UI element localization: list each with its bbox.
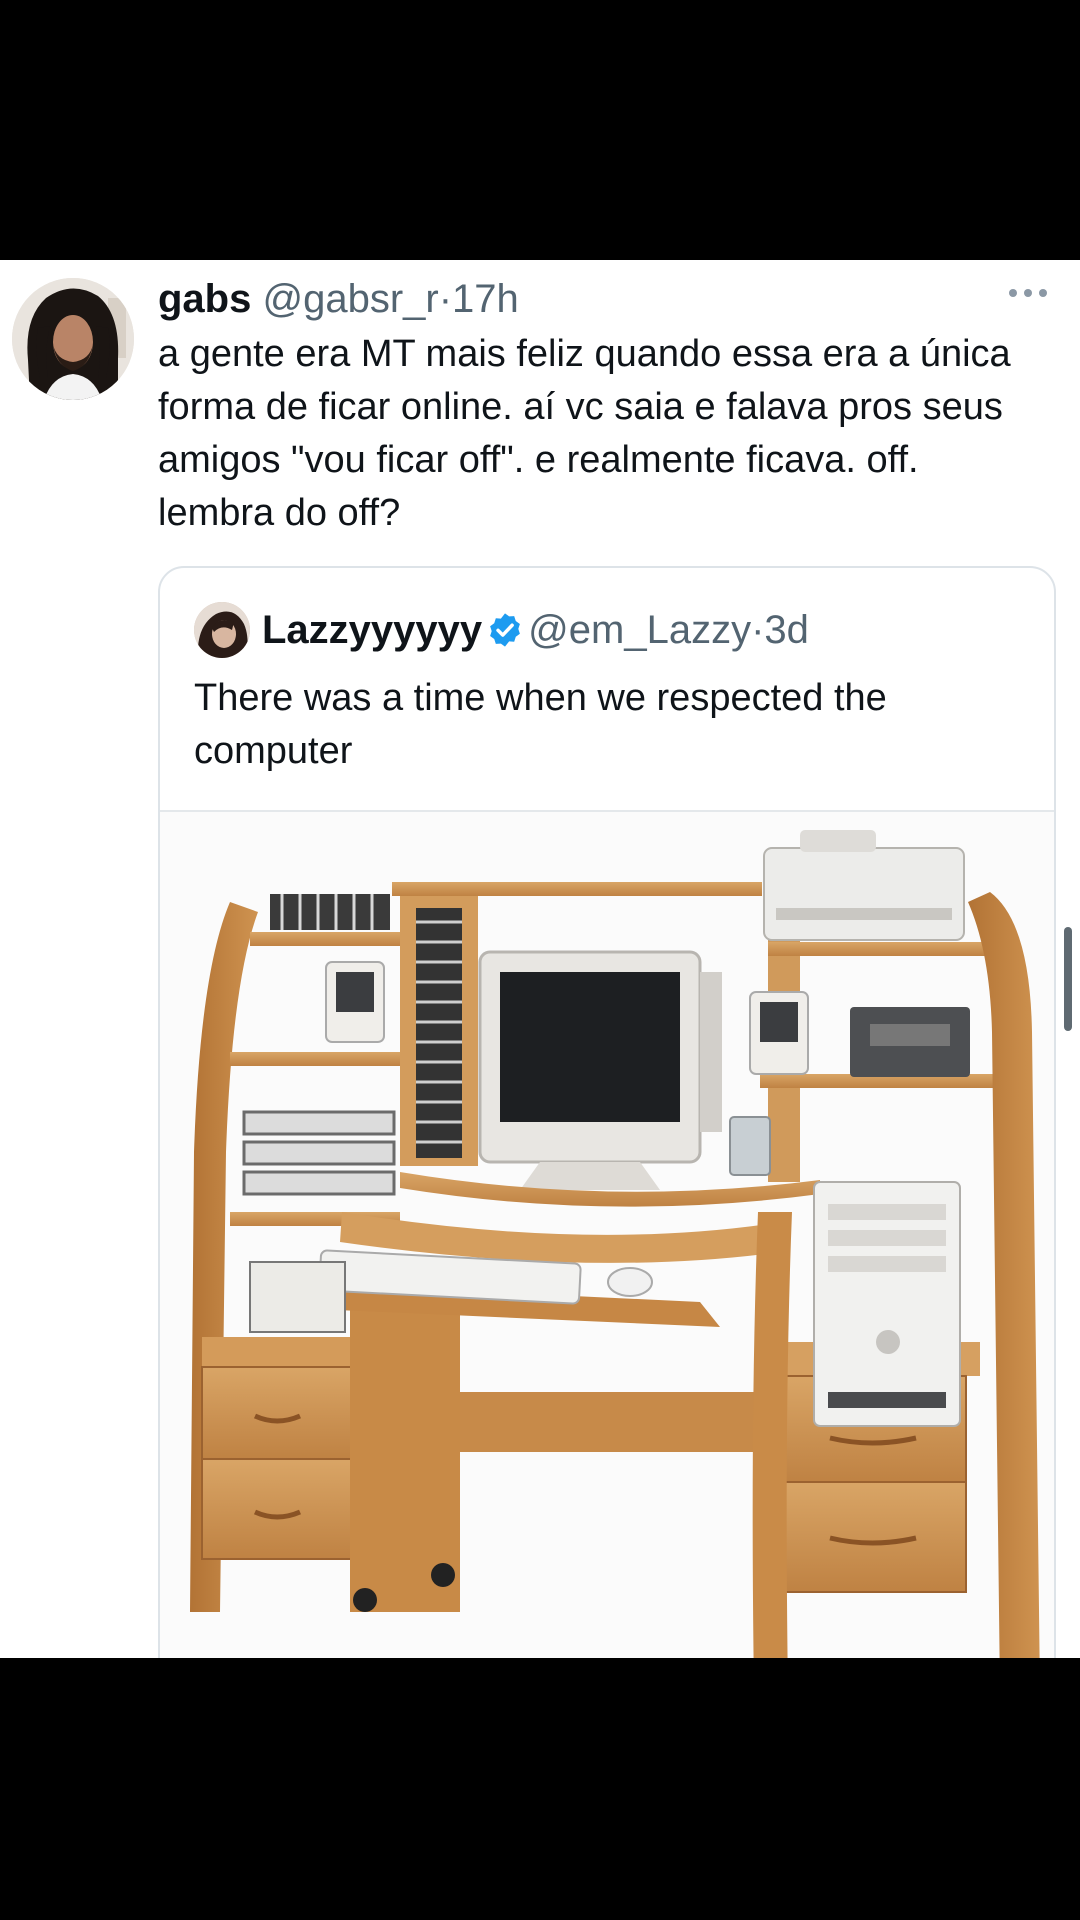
quote-author-handle[interactable]: @em_Lazzy (528, 608, 751, 652)
quoted-tweet-card[interactable]: Lazzyyyyyy @em_Lazzy·3d There was a time … (158, 566, 1056, 1658)
computer-desk-illustration (160, 812, 1054, 1658)
tweet[interactable]: gabs @gabsr_r·17h a gente era MT mais fe… (0, 260, 1080, 1658)
tweet-time[interactable]: 17h (452, 277, 519, 321)
more-horizontal-icon[interactable] (1006, 286, 1050, 300)
scrollbar[interactable] (1064, 927, 1072, 1031)
tweet-text: a gente era MT mais feliz quando essa er… (158, 333, 1011, 534)
author-handle[interactable]: @gabsr_r (262, 277, 438, 321)
author-avatar-image (12, 278, 134, 400)
quote-author-avatar[interactable] (194, 602, 250, 658)
quote-author-line: Lazzyyyyyy @em_Lazzy·3d (262, 602, 809, 658)
author-name[interactable]: gabs (158, 277, 251, 321)
quote-time[interactable]: 3d (764, 608, 809, 652)
separator-dot: · (438, 277, 453, 321)
verified-badge-icon (490, 613, 521, 647)
quote-media-image[interactable] (160, 812, 1054, 1658)
screen: gabs @gabsr_r·17h a gente era MT mais fe… (0, 0, 1080, 1920)
quote-author-name[interactable]: Lazzyyyyyy (262, 608, 482, 652)
author-avatar[interactable] (12, 278, 134, 400)
quote-separator-dot: · (751, 608, 765, 652)
quote-text: There was a time when we respected the c… (194, 677, 887, 772)
quote-author-avatar-image (194, 602, 250, 658)
author-line: gabs @gabsr_r·17h (158, 274, 519, 324)
